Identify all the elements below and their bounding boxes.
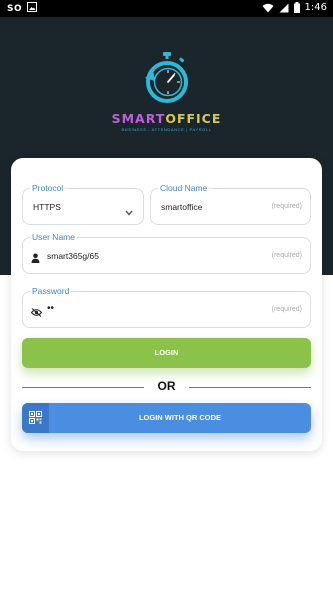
- carrier-label: SO: [7, 3, 23, 14]
- status-left: SO: [7, 2, 38, 15]
- protocol-select[interactable]: Protocol HTTPS: [22, 183, 144, 225]
- login-button[interactable]: LOGIN: [22, 338, 311, 368]
- battery-icon: [293, 2, 300, 13]
- brand-name-part2: OFFICE: [165, 111, 222, 126]
- user-icon: [31, 250, 40, 268]
- stopwatch-icon: [144, 52, 188, 103]
- brand-name: SMARTOFFICE: [0, 111, 333, 126]
- app-logo: SMARTOFFICE BUSINESS - ATTENDANCE | PAYR…: [0, 50, 333, 132]
- qr-code-icon: [29, 411, 42, 424]
- status-time: 1:46: [304, 2, 327, 13]
- username-label: User Name: [30, 232, 77, 242]
- username-value: smart365g/65: [47, 251, 99, 261]
- protocol-value: HTTPS: [33, 202, 61, 212]
- chevron-down-icon[interactable]: [125, 203, 133, 221]
- password-required-hint: (required): [271, 306, 302, 313]
- wifi-icon: [262, 3, 274, 13]
- qr-login-label: LOGIN WITH QR CODE: [138, 413, 222, 422]
- username-required-hint: (required): [271, 252, 302, 259]
- protocol-label: Protocol: [30, 183, 66, 193]
- qr-login-button[interactable]: LOGIN WITH QR CODE: [22, 403, 311, 433]
- brand-name-part1: SMART: [111, 111, 166, 126]
- brand-tagline: BUSINESS - ATTENDANCE | PAYROLL: [121, 127, 212, 132]
- cloud-name-value: smartoffice: [161, 202, 203, 212]
- cloud-name-required-hint: (required): [271, 203, 302, 210]
- password-label: Password: [30, 286, 72, 296]
- login-card: Protocol HTTPS Cloud Name smartoffice (r…: [11, 158, 322, 451]
- qr-icon-container: [22, 403, 49, 433]
- mobile-signal-icon: [279, 3, 289, 13]
- login-screen: SO 1:46 SMARTOFFICE BUSINESS - ATTENDANC…: [0, 0, 333, 592]
- status-right: 1:46: [262, 2, 327, 13]
- image-icon: [27, 2, 38, 15]
- password-field[interactable]: Password •• (required): [22, 286, 311, 328]
- cloud-name-label: Cloud Name: [158, 183, 210, 193]
- or-divider: OR: [22, 379, 311, 395]
- status-bar: SO 1:46: [0, 0, 333, 17]
- password-value: ••: [47, 303, 55, 314]
- divider-line-right: [189, 387, 311, 388]
- or-label: OR: [157, 379, 176, 393]
- cloud-name-field[interactable]: Cloud Name smartoffice (required): [150, 183, 311, 225]
- visibility-off-icon[interactable]: [30, 304, 43, 322]
- username-field[interactable]: User Name smart365g/65 (required): [22, 232, 311, 274]
